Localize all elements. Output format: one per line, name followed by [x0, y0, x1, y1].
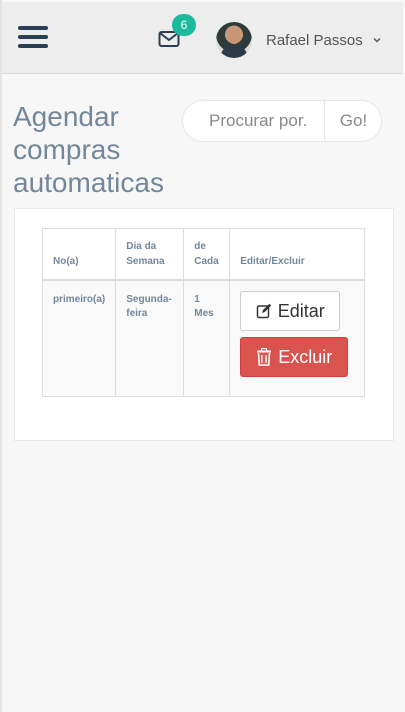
avatar[interactable] — [216, 22, 252, 58]
go-button[interactable]: Go! — [324, 101, 381, 141]
edit-button-label: Editar — [277, 301, 325, 321]
page-title: Agendar compras automaticas — [13, 101, 164, 198]
search-input[interactable] — [183, 101, 324, 141]
schedule-table: No(a) Dia da Semana de Cada Editar/Exclu… — [41, 228, 365, 397]
mail-count-badge: 6 — [172, 14, 196, 36]
cell-name: primeiro(a) — [41, 279, 117, 397]
menu-icon[interactable] — [18, 24, 50, 50]
column-header-name: No(a) — [41, 228, 117, 281]
top-navbar: 6 Rafael Passos — [2, 2, 403, 74]
delete-button[interactable]: Excluir — [240, 337, 349, 377]
page-frame — [0, 0, 2, 712]
column-header-every: de Cada — [183, 228, 231, 281]
delete-button-label: Excluir — [278, 347, 333, 367]
chevron-down-icon[interactable] — [373, 36, 381, 44]
trash-icon — [257, 348, 272, 366]
cell-every: 1 Mes — [183, 279, 231, 397]
search-group: Go! — [182, 100, 382, 142]
user-name[interactable]: Rafael Passos — [266, 32, 363, 49]
cell-weekday: Segunda-feira — [115, 279, 185, 397]
content-panel: No(a) Dia da Semana de Cada Editar/Exclu… — [14, 208, 394, 441]
table-header-row: No(a) Dia da Semana de Cada Editar/Exclu… — [41, 228, 365, 281]
column-header-weekday: Dia da Semana — [115, 228, 185, 281]
edit-button[interactable]: Editar — [240, 291, 341, 331]
cell-actions: Editar Excluir — [229, 279, 365, 397]
table-row: primeiro(a) Segunda-feira 1 Mes Editar E… — [41, 279, 365, 397]
column-header-actions: Editar/Excluir — [229, 228, 365, 281]
edit-icon — [256, 303, 271, 319]
